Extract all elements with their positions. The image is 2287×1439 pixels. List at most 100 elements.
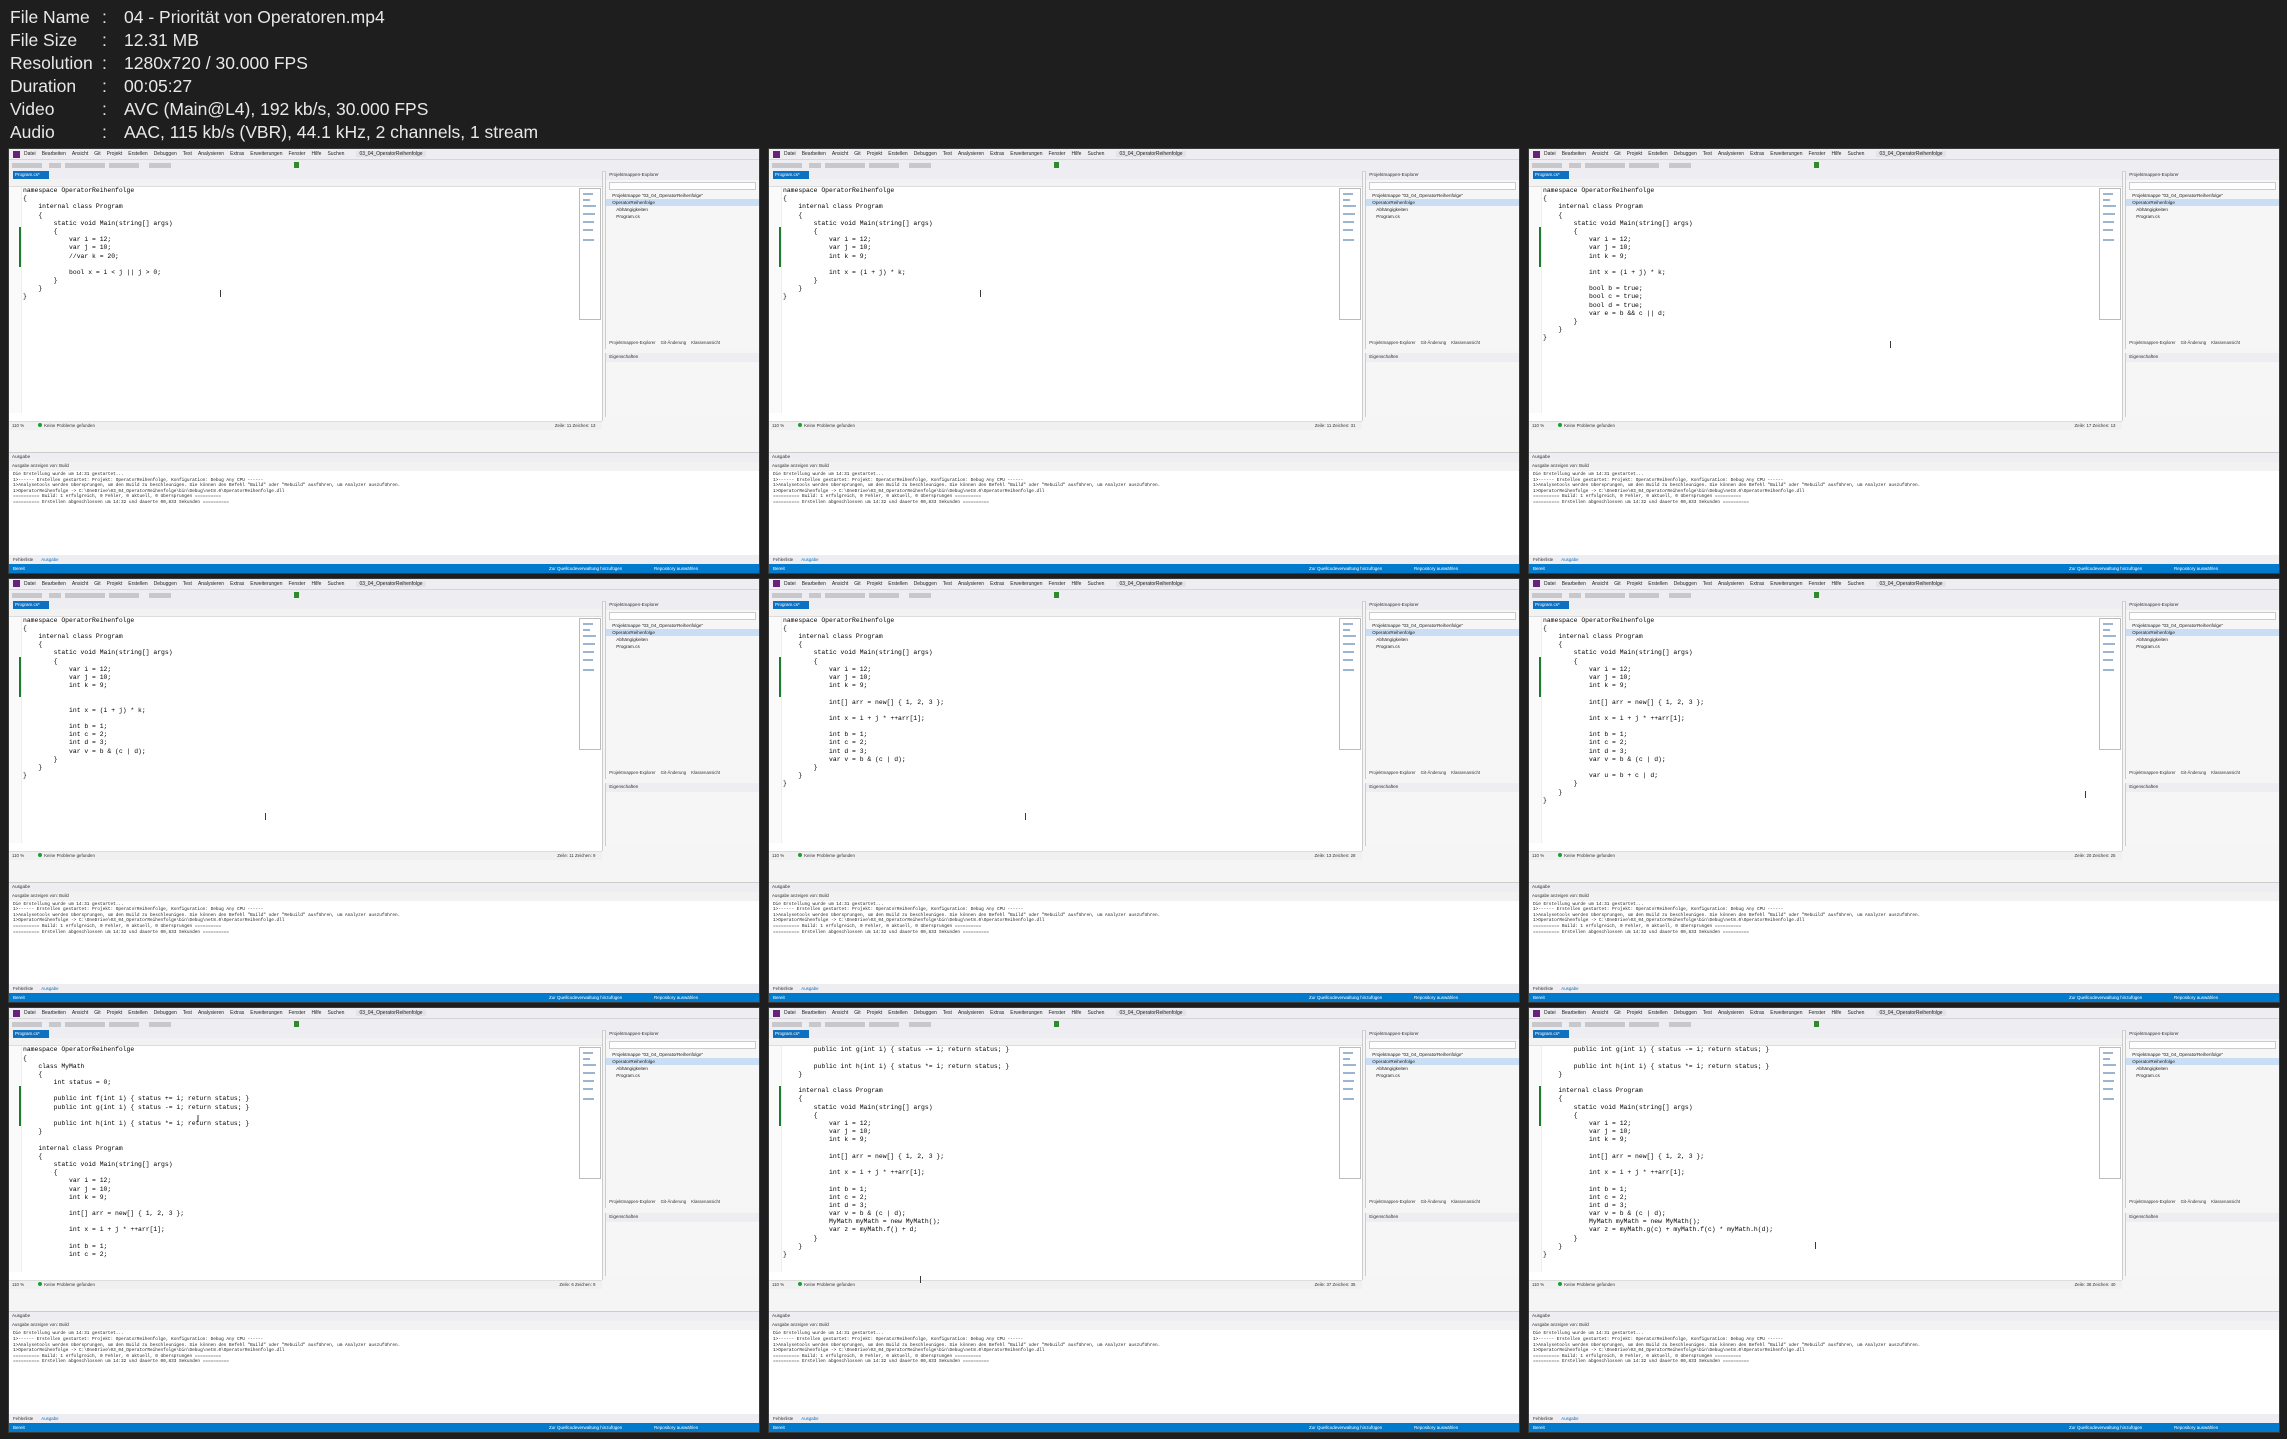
panel-tab[interactable]: Projektmappen-Explorer <box>609 1199 655 1204</box>
menu-item[interactable]: Extras <box>230 581 244 587</box>
toolbar-control[interactable] <box>825 163 865 168</box>
menu-item[interactable]: Extras <box>990 581 1004 587</box>
menu-item[interactable]: Datei <box>24 151 36 157</box>
menu-item[interactable]: Projekt <box>867 1010 883 1016</box>
start-debug-icon[interactable] <box>1814 162 1819 168</box>
output-source-select[interactable]: Ausgabe anzeigen von: Build <box>9 461 759 471</box>
toolbar-control[interactable] <box>1669 592 1691 598</box>
toolbar-control[interactable] <box>825 1022 865 1028</box>
panel-tab[interactable]: Git-Änderung <box>661 1199 687 1204</box>
solution-item[interactable]: Projektmappe "03_04_OperatorReihenfolge" <box>606 192 759 199</box>
panel-tab[interactable]: Klassenansicht <box>2211 1199 2240 1204</box>
menu-item[interactable]: Ansicht <box>832 1010 848 1016</box>
code-text[interactable]: namespace OperatorReihenfolge{ internal … <box>23 187 580 413</box>
solution-item[interactable]: Projektmappe "03_04_OperatorReihenfolge" <box>2126 192 2279 199</box>
menu-item[interactable]: Projekt <box>107 1010 123 1016</box>
menu-item[interactable]: Debuggen <box>154 1010 177 1016</box>
toolbar-control[interactable] <box>809 592 821 598</box>
document-tab[interactable]: Program.cs* <box>13 1030 49 1039</box>
menu-item[interactable]: Erstellen <box>1648 1010 1667 1016</box>
menu-item[interactable]: Hilfe <box>1831 1010 1841 1016</box>
bottom-tab[interactable]: Ausgabe <box>801 557 818 562</box>
code-text[interactable]: public int g(int i) { status -= i; retur… <box>783 1046 1340 1272</box>
solution-item[interactable]: Projektmappe "03_04_OperatorReihenfolge" <box>1366 1051 1519 1058</box>
menu-item[interactable]: Test <box>183 581 192 587</box>
minimap[interactable] <box>2098 617 2121 750</box>
panel-tab[interactable]: Git-Änderung <box>661 770 687 775</box>
menu-item[interactable]: Extras <box>1750 581 1764 587</box>
code-editor[interactable]: Program.cs* public int g(int i) { status… <box>769 1030 1363 1281</box>
menu-item[interactable]: Extras <box>230 1010 244 1016</box>
minimap[interactable] <box>1338 1047 1361 1180</box>
menu-item[interactable]: Hilfe <box>311 1010 321 1016</box>
output-source-select[interactable]: Ausgabe anzeigen von: Build <box>1529 891 2279 901</box>
menu-item[interactable]: Datei <box>784 581 796 587</box>
start-debug-icon[interactable] <box>1054 162 1059 168</box>
bottom-tab[interactable]: Fehlerliste <box>773 1416 793 1421</box>
navigation-bar[interactable] <box>9 179 602 187</box>
menu-item[interactable]: Extras <box>1750 151 1764 157</box>
solution-item[interactable]: Program.cs <box>1366 1072 1519 1079</box>
solution-item[interactable]: Abhängigkeiten <box>2126 206 2279 213</box>
menu-item[interactable]: Git <box>1614 581 1620 587</box>
menu-item[interactable]: Ansicht <box>832 151 848 157</box>
menu-item[interactable]: Projekt <box>107 581 123 587</box>
panel-tab[interactable]: Projektmappen-Explorer <box>2129 770 2175 775</box>
output-source-select[interactable]: Ausgabe anzeigen von: Build <box>769 891 1519 901</box>
toolbar-control[interactable] <box>909 163 931 168</box>
solution-search-input[interactable] <box>609 182 756 190</box>
select-repository-button[interactable]: Repository auswählen <box>654 1423 698 1432</box>
menu-item[interactable]: Bearbeiten <box>42 151 66 157</box>
menu-item[interactable]: Projekt <box>867 151 883 157</box>
toolbar-control[interactable] <box>1585 592 1625 598</box>
menu-item[interactable]: Extras <box>990 151 1004 157</box>
navigation-bar[interactable] <box>769 608 1362 617</box>
toolbar-control[interactable] <box>12 1022 42 1028</box>
menu-item[interactable]: Test <box>943 581 952 587</box>
toolbar-control[interactable] <box>1569 592 1581 598</box>
menu-item[interactable]: Erweiterungen <box>250 1010 282 1016</box>
toolbar-control[interactable] <box>809 1022 821 1028</box>
toolbar-control[interactable] <box>109 163 139 168</box>
solution-search-input[interactable] <box>2129 1041 2276 1050</box>
select-repository-button[interactable]: Repository auswählen <box>1414 993 1458 1002</box>
add-to-source-control-button[interactable]: Zur Quellcodeverwaltung hinzufügen <box>2069 993 2142 1002</box>
navigation-bar[interactable] <box>1529 1038 2122 1047</box>
panel-tab[interactable]: Git-Änderung <box>1421 340 1447 345</box>
start-debug-icon[interactable] <box>1054 1021 1059 1028</box>
start-debug-icon[interactable] <box>1814 591 1819 598</box>
menu-item[interactable]: Hilfe <box>1071 151 1081 157</box>
panel-tab[interactable]: Git-Änderung <box>1421 770 1447 775</box>
menu-item[interactable]: Bearbeiten <box>1562 1010 1586 1016</box>
solution-search-input[interactable] <box>1369 1041 1516 1050</box>
menu-item[interactable]: Git <box>1614 1010 1620 1016</box>
add-to-source-control-button[interactable]: Zur Quellcodeverwaltung hinzufügen <box>1309 993 1382 1002</box>
minimap[interactable] <box>578 188 601 320</box>
toolbar-control[interactable] <box>109 592 139 598</box>
menu-item[interactable]: Debuggen <box>914 581 937 587</box>
bottom-tab[interactable]: Ausgabe <box>41 1416 58 1421</box>
toolbar-control[interactable] <box>149 592 171 598</box>
code-text[interactable]: namespace OperatorReihenfolge{ internal … <box>783 617 1340 843</box>
bottom-tab[interactable]: Fehlerliste <box>13 1416 33 1421</box>
menu-item[interactable]: Debuggen <box>154 581 177 587</box>
add-to-source-control-button[interactable]: Zur Quellcodeverwaltung hinzufügen <box>2069 564 2142 573</box>
solution-item[interactable]: Projektmappe "03_04_OperatorReihenfolge" <box>1366 192 1519 199</box>
menu-item[interactable]: Suchen <box>1087 151 1104 157</box>
code-text[interactable]: namespace OperatorReihenfolge{ internal … <box>1543 187 2100 413</box>
toolbar-control[interactable] <box>1629 163 1659 168</box>
bottom-tab[interactable]: Ausgabe <box>1561 1416 1578 1421</box>
menu-item[interactable]: Debuggen <box>914 1010 937 1016</box>
menu-item[interactable]: Ansicht <box>1592 581 1608 587</box>
menu-item[interactable]: Datei <box>784 1010 796 1016</box>
toolbar-control[interactable] <box>825 592 865 598</box>
menu-item[interactable]: Hilfe <box>311 151 321 157</box>
toolbar-control[interactable] <box>1585 163 1625 168</box>
menu-item[interactable]: Erstellen <box>1648 151 1667 157</box>
panel-tab[interactable]: Projektmappen-Explorer <box>1369 1199 1415 1204</box>
menu-item[interactable]: Projekt <box>1627 581 1643 587</box>
toolbar-control[interactable] <box>109 1022 139 1028</box>
document-tab[interactable]: Program.cs* <box>773 171 809 179</box>
code-text[interactable]: namespace OperatorReihenfolge{ class MyM… <box>23 1046 580 1272</box>
add-to-source-control-button[interactable]: Zur Quellcodeverwaltung hinzufügen <box>549 993 622 1002</box>
